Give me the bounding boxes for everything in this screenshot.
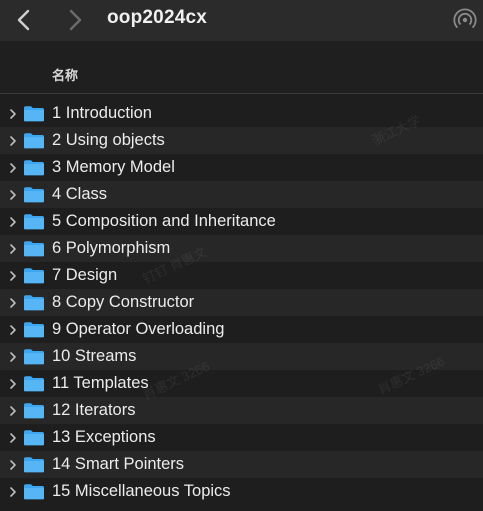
list-item[interactable]: 6 Polymorphism <box>0 235 483 262</box>
list-item[interactable]: 3 Memory Model <box>0 154 483 181</box>
folder-icon <box>24 403 44 419</box>
column-header: 名称 <box>0 41 483 94</box>
list-item-label: 13 Exceptions <box>52 428 156 446</box>
list-item[interactable]: 15 Miscellaneous Topics <box>0 478 483 505</box>
list-item[interactable]: 12 Iterators <box>0 397 483 424</box>
list-item[interactable]: 11 Templates <box>0 370 483 397</box>
folder-icon <box>24 484 44 500</box>
disclosure-triangle-icon[interactable] <box>8 216 18 228</box>
disclosure-triangle-icon[interactable] <box>8 378 18 390</box>
disclosure-triangle-icon[interactable] <box>8 270 18 282</box>
list-item-label: 14 Smart Pointers <box>52 455 185 473</box>
list-item-label: 6 Polymorphism <box>52 239 171 257</box>
disclosure-triangle-icon[interactable] <box>8 162 18 174</box>
list-item-label: 9 Operator Overloading <box>52 320 225 338</box>
list-item-label: 15 Miscellaneous Topics <box>52 482 231 500</box>
folder-icon <box>24 187 44 203</box>
list-item[interactable]: 4 Class <box>0 181 483 208</box>
list-item-label: 5 Composition and Inheritance <box>52 212 276 230</box>
folder-icon <box>24 430 44 446</box>
list-item-label: 10 Streams <box>52 347 137 365</box>
disclosure-triangle-icon[interactable] <box>8 486 18 498</box>
folder-icon <box>24 457 44 473</box>
airdrop-button[interactable] <box>451 6 479 34</box>
list-item[interactable]: 9 Operator Overloading <box>0 316 483 343</box>
window-title: oop2024cx <box>107 7 208 28</box>
forward-button[interactable] <box>62 6 90 34</box>
list-item[interactable]: 10 Streams <box>0 343 483 370</box>
finder-window: oop2024cx 名称 1 Introduction 2 Using objec… <box>0 0 483 511</box>
disclosure-triangle-icon[interactable] <box>8 297 18 309</box>
list-item-label: 2 Using objects <box>52 131 165 149</box>
folder-icon <box>24 295 44 311</box>
folder-icon <box>24 322 44 338</box>
folder-icon <box>24 160 44 176</box>
list-item[interactable]: 5 Composition and Inheritance <box>0 208 483 235</box>
back-button[interactable] <box>10 6 38 34</box>
disclosure-triangle-icon[interactable] <box>8 135 18 147</box>
folder-icon <box>24 268 44 284</box>
list-item-label: 1 Introduction <box>52 104 152 122</box>
disclosure-triangle-icon[interactable] <box>8 459 18 471</box>
folder-icon <box>24 241 44 257</box>
disclosure-triangle-icon[interactable] <box>8 324 18 336</box>
disclosure-triangle-icon[interactable] <box>8 351 18 363</box>
airdrop-icon <box>453 8 477 29</box>
disclosure-triangle-icon[interactable] <box>8 405 18 417</box>
chevron-left-icon <box>17 9 30 31</box>
disclosure-triangle-icon[interactable] <box>8 108 18 120</box>
folder-icon <box>24 106 44 122</box>
list-item[interactable]: 1 Introduction <box>0 100 483 127</box>
list-item[interactable]: 8 Copy Constructor <box>0 289 483 316</box>
disclosure-triangle-icon[interactable] <box>8 189 18 201</box>
list-item-label: 7 Design <box>52 266 118 284</box>
toolbar: oop2024cx <box>0 0 483 41</box>
folder-icon <box>24 133 44 149</box>
chevron-right-icon <box>69 9 82 31</box>
folder-icon <box>24 214 44 230</box>
list-item-label: 11 Templates <box>52 374 149 392</box>
list-item-label: 8 Copy Constructor <box>52 293 195 311</box>
disclosure-triangle-icon[interactable] <box>8 243 18 255</box>
list-item[interactable]: 14 Smart Pointers <box>0 451 483 478</box>
list-item[interactable]: 2 Using objects <box>0 127 483 154</box>
file-list: 1 Introduction 2 Using objects 3 Memory Mo… <box>0 100 483 505</box>
disclosure-triangle-icon[interactable] <box>8 432 18 444</box>
list-item[interactable]: 13 Exceptions <box>0 424 483 451</box>
list-item-label: 4 Class <box>52 185 108 203</box>
list-item[interactable]: 7 Design <box>0 262 483 289</box>
name-column-header[interactable]: 名称 <box>52 65 78 84</box>
list-item-label: 12 Iterators <box>52 401 136 419</box>
folder-icon <box>24 376 44 392</box>
list-item-label: 3 Memory Model <box>52 158 175 176</box>
folder-icon <box>24 349 44 365</box>
